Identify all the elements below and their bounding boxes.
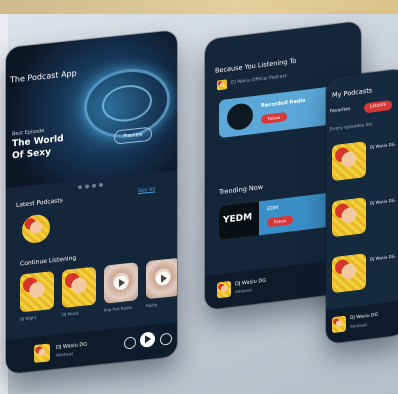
continue-item-label-3: Pop Hot Radio xyxy=(104,304,133,313)
player-subtitle: Afrobeat xyxy=(350,321,368,330)
player-subtitle: Afrobeat xyxy=(235,287,253,295)
trending-heading: Trending Now xyxy=(219,182,264,197)
continue-item-thumb-2[interactable] xyxy=(62,266,96,309)
continue-listening-heading: Continue Listening xyxy=(20,254,77,268)
see-all-link[interactable]: See All xyxy=(138,186,155,194)
because-listening-heading: Because You Listening To xyxy=(215,56,297,75)
continue-item-label-1: DJ Night xyxy=(20,314,37,322)
trending-logo-tile: YEDM xyxy=(219,201,259,241)
continue-item-label-4: Radio xyxy=(146,302,158,309)
tab-favorites[interactable]: Favorites xyxy=(330,107,350,114)
trending-follow-button[interactable]: Follow xyxy=(267,215,293,228)
record-icon xyxy=(227,102,253,132)
continue-item-thumb-1[interactable] xyxy=(20,270,54,313)
tab-latests[interactable]: Latests xyxy=(364,99,392,114)
trending-title: EDM xyxy=(267,204,279,213)
podcast-item-thumb-2[interactable] xyxy=(332,197,366,238)
mini-player[interactable]: DJ Wasiu DG Afrobeat xyxy=(326,300,398,344)
podcast-item-thumb-3[interactable] xyxy=(332,253,366,294)
forward-icon[interactable] xyxy=(160,332,172,346)
phone-home-screen: The Podcast App Best Episode The World O… xyxy=(6,30,177,375)
play-icon[interactable] xyxy=(156,270,170,287)
player-artwork xyxy=(332,315,346,334)
mini-player[interactable]: DJ Wasiu DG Afrobeat xyxy=(6,322,177,374)
player-artwork xyxy=(34,343,50,364)
my-podcasts-heading: My Podcasts xyxy=(332,86,373,100)
play-icon xyxy=(145,334,151,344)
latest-podcasts-heading: Latest Podcasts xyxy=(16,197,63,209)
latest-podcast-avatar[interactable] xyxy=(22,213,50,245)
podcast-item-title-2: DJ Wasiu DG xyxy=(370,197,395,206)
hero-banner[interactable] xyxy=(6,30,177,188)
play-icon[interactable] xyxy=(114,275,128,291)
featured-title: Recorded Radio xyxy=(261,97,306,110)
follow-button[interactable]: Follow xyxy=(261,111,287,125)
episodes-subheading: Every episodes list xyxy=(330,122,373,133)
continue-item-label-2: DJ Music xyxy=(62,310,79,318)
continue-item-thumb-3[interactable] xyxy=(104,262,138,304)
continue-item-thumb-4[interactable] xyxy=(146,257,177,300)
rewind-icon[interactable] xyxy=(124,336,136,350)
play-pause-button[interactable] xyxy=(140,331,155,348)
player-artwork xyxy=(217,280,231,299)
because-podcast-name: DJ Wasiu Official Podcast xyxy=(231,73,287,86)
player-subtitle: Afrobeat xyxy=(56,350,74,358)
trending-logo-text: YEDM xyxy=(223,212,253,226)
because-avatar xyxy=(217,79,227,91)
player-title: DJ Wasiu DG xyxy=(350,312,378,322)
player-title: DJ Wasiu DG xyxy=(56,341,88,351)
phone-my-podcasts-screen: My Podcasts Favorites Latests Every epis… xyxy=(326,68,398,344)
podcast-item-title-3: DJ Wasiu DG xyxy=(370,253,395,262)
podcast-item-title-1: DJ Wasiu DG xyxy=(370,141,395,150)
carousel-dots[interactable] xyxy=(78,171,106,193)
podcast-item-thumb-1[interactable] xyxy=(332,141,366,182)
player-title: DJ Wasiu DG xyxy=(235,277,267,288)
top-background-band xyxy=(0,0,398,14)
